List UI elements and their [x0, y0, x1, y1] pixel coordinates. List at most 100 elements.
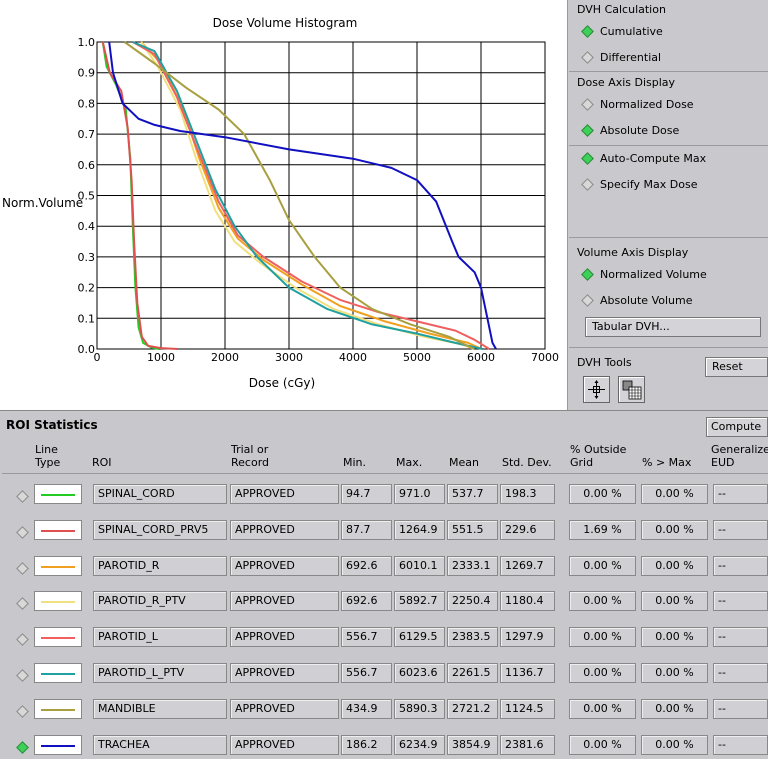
row-select-toggle[interactable] — [16, 669, 29, 682]
row-select-toggle[interactable] — [16, 490, 29, 503]
table-row[interactable]: SPINAL_CORD_PRV5 APPROVED 87.7 1264.9 551.5 2… — [2, 518, 768, 554]
row-select-toggle[interactable] — [16, 597, 29, 611]
roi-name-cell[interactable]: PAROTID_R_PTV — [93, 591, 227, 612]
compute-button[interactable]: Compute — [706, 417, 768, 437]
radio-specify-max-dose-indicator[interactable] — [581, 177, 594, 191]
outside-grid-cell: 0.00 % — [569, 734, 636, 755]
roi-name-cell[interactable]: TRACHEA — [93, 734, 227, 755]
roi-name-cell[interactable]: MANDIBLE — [93, 698, 227, 719]
tabular-dvh-button[interactable]: Tabular DVH... — [585, 317, 761, 337]
dvh-tools-section: DVH Tools Reset — [569, 348, 768, 410]
line-type-swatch[interactable] — [34, 627, 82, 648]
row-select-toggle[interactable] — [16, 525, 29, 539]
table-row[interactable]: PAROTID_L APPROVED 556.7 6129.5 2383.5 1297.9… — [2, 625, 768, 661]
eud-cell: -- — [713, 484, 768, 504]
table-row[interactable]: MANDIBLE APPROVED 434.9 5890.3 2721.2 1124.5 0… — [2, 697, 768, 733]
trial-cell: APPROVED — [230, 484, 339, 504]
line-type-swatch[interactable] — [34, 519, 82, 540]
table-row[interactable]: PAROTID_L_PTV APPROVED 556.7 6023.6 2261.5 11… — [2, 661, 768, 697]
radio-auto-compute-max-label: Auto-Compute Max — [600, 151, 707, 165]
roi-table: SPINAL_CORD APPROVED 94.7 971.0 537.7 198.3 0.… — [2, 473, 768, 759]
row-select-toggle[interactable] — [16, 633, 29, 647]
table-row[interactable]: PAROTID_R_PTV APPROVED 692.6 5892.7 2250.4 11… — [2, 589, 768, 625]
max-cell: 6010.1 — [394, 555, 445, 576]
line-type-swatch[interactable] — [34, 734, 82, 755]
grid-tool-icon — [622, 380, 642, 400]
radio-cumulative[interactable]: Cumulative — [581, 23, 663, 39]
radio-normalized-dose-indicator[interactable] — [581, 97, 594, 111]
roi-name-cell[interactable]: PAROTID_R — [93, 555, 227, 576]
max-cell: 5892.7 — [394, 591, 445, 612]
crosshair-tool-icon — [588, 380, 605, 399]
header-std-dev: Std. Dev. — [502, 456, 552, 469]
radio-differential[interactable]: Differential — [581, 49, 661, 65]
radio-normalized-volume[interactable]: Normalized Volume — [581, 266, 707, 282]
x-tick-label: 6000 — [467, 351, 495, 364]
dose-axis-title: Dose Axis Display — [577, 76, 676, 89]
x-tick-label: 7000 — [531, 351, 559, 364]
line-type-swatch[interactable] — [34, 591, 82, 612]
table-row[interactable]: PAROTID_R APPROVED 692.6 6010.1 2333.1 1269.7… — [2, 554, 768, 590]
mean-cell: 537.7 — [447, 484, 498, 504]
pct-over-max-cell: 0.00 % — [641, 698, 708, 719]
roi-name-cell[interactable]: PAROTID_L_PTV — [93, 663, 227, 683]
dvh-tools-title: DVH Tools — [577, 356, 632, 369]
line-color-sample — [41, 673, 75, 675]
x-tick-label: 3000 — [275, 351, 303, 364]
reset-button[interactable]: Reset — [705, 357, 768, 377]
header-roi: ROI — [92, 456, 112, 469]
pct-over-max-cell: 0.00 % — [641, 519, 708, 540]
radio-absolute-dose-label: Absolute Dose — [600, 123, 680, 137]
y-tick-label: 0.0 — [78, 343, 96, 356]
std-dev-cell: 1180.4 — [500, 591, 555, 612]
radio-normalized-dose[interactable]: Normalized Dose — [581, 96, 694, 112]
roi-statistics-panel: ROI Statistics Compute Line Type ROI Tri… — [0, 410, 768, 759]
eud-cell: -- — [713, 663, 768, 683]
max-cell: 6129.5 — [394, 627, 445, 648]
pct-over-max-cell: 0.00 % — [641, 627, 708, 648]
radio-differential-indicator[interactable] — [581, 50, 594, 64]
radio-auto-compute-max[interactable]: Auto-Compute Max — [581, 150, 707, 166]
radio-normalized-volume-indicator[interactable] — [581, 267, 594, 281]
header-trial: Trial or Record — [231, 443, 270, 469]
line-type-swatch[interactable] — [34, 698, 82, 719]
line-color-sample — [41, 637, 75, 640]
outside-grid-cell: 1.69 % — [569, 519, 636, 540]
eud-cell: -- — [713, 519, 768, 540]
roi-name-cell[interactable]: SPINAL_CORD_PRV5 — [93, 519, 227, 540]
row-select-toggle[interactable] — [16, 704, 29, 718]
pct-over-max-cell: 0.00 % — [641, 734, 708, 755]
row-select-toggle[interactable] — [16, 740, 29, 754]
header-mean: Mean — [449, 456, 479, 469]
crosshair-tool-button[interactable] — [583, 376, 610, 403]
row-select-toggle[interactable] — [16, 561, 29, 575]
radio-auto-compute-max-indicator[interactable] — [581, 151, 594, 165]
radio-absolute-volume[interactable]: Absolute Volume — [581, 292, 693, 308]
grid-tool-button[interactable] — [618, 376, 645, 403]
line-type-swatch[interactable] — [34, 555, 82, 576]
roi-name-cell[interactable]: PAROTID_L — [93, 627, 227, 648]
dvh-options-panel: DVH Calculation Cumulative Differential … — [569, 0, 768, 410]
line-type-swatch[interactable] — [34, 663, 82, 683]
mean-cell: 2333.1 — [447, 555, 498, 576]
x-tick-label: 1000 — [147, 351, 175, 364]
trial-cell: APPROVED — [230, 519, 339, 540]
roi-name-cell[interactable]: SPINAL_CORD — [93, 484, 227, 504]
std-dev-cell: 1136.7 — [500, 663, 555, 683]
dvh-calculation-title: DVH Calculation — [577, 3, 666, 16]
min-cell: 692.6 — [341, 555, 392, 576]
pct-over-max-cell: 0.00 % — [641, 663, 708, 683]
max-cell: 6234.9 — [394, 734, 445, 755]
radio-cumulative-indicator[interactable] — [581, 24, 594, 38]
table-row[interactable]: SPINAL_CORD APPROVED 94.7 971.0 537.7 198.3 0.… — [2, 482, 768, 518]
radio-absolute-volume-indicator[interactable] — [581, 293, 594, 307]
radio-absolute-dose[interactable]: Absolute Dose — [581, 122, 680, 138]
line-type-swatch[interactable] — [34, 484, 82, 504]
outside-grid-cell: 0.00 % — [569, 663, 636, 683]
std-dev-cell: 1269.7 — [500, 555, 555, 576]
table-row[interactable]: TRACHEA APPROVED 186.2 6234.9 3854.9 2381.6 0.… — [2, 733, 768, 759]
y-tick-label: 1.0 — [78, 36, 96, 49]
radio-specify-max-dose[interactable]: Specify Max Dose — [581, 176, 698, 192]
radio-specify-max-dose-label: Specify Max Dose — [600, 177, 698, 191]
radio-absolute-dose-indicator[interactable] — [581, 123, 594, 137]
